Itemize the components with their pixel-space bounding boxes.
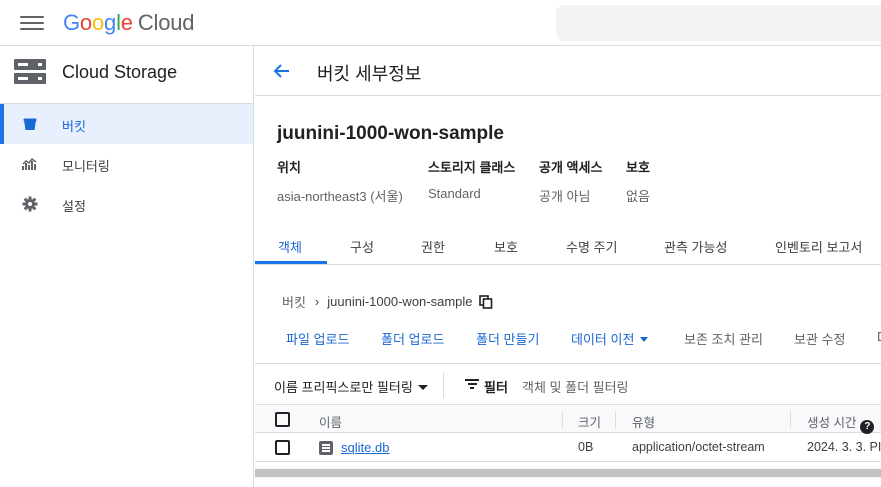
object-name-link[interactable]: sqlite.db — [341, 440, 389, 455]
prefix-filter-dropdown[interactable]: 이름 프리픽스로만 필터링 — [274, 377, 428, 396]
filter-input[interactable]: 객체 및 폴더 필터링 — [522, 377, 629, 396]
object-created: 2024. 3. 3. PI — [807, 440, 881, 454]
column-header-name[interactable]: 이름 — [319, 412, 342, 431]
column-divider — [562, 411, 563, 428]
table-header: 이름 크기 유형 생성 시간? — [255, 404, 881, 434]
monitoring-icon — [22, 157, 37, 170]
sidebar-item-label: 설정 — [62, 199, 86, 214]
sidebar-item-buckets[interactable]: 버킷 — [0, 104, 253, 144]
copy-icon[interactable] — [478, 294, 493, 309]
row-checkbox[interactable] — [275, 440, 290, 455]
meta-value: 없음 — [626, 189, 650, 204]
active-tab-indicator — [255, 261, 327, 264]
meta-value: Standard — [428, 186, 481, 201]
action-toolbar: 파일 업로드 폴더 업로드 폴더 만들기 데이터 이전 보존 조치 관리 보관 … — [255, 320, 881, 360]
tab-objects[interactable]: 객체 — [278, 237, 302, 256]
manage-holds-button[interactable]: 보존 조치 관리 — [684, 329, 763, 348]
meta-value: asia-northeast3 (서울) — [277, 189, 403, 204]
upload-file-button[interactable]: 파일 업로드 — [286, 329, 349, 348]
bucket-icon — [23, 118, 37, 130]
product-title: Cloud Storage — [62, 62, 178, 82]
breadcrumb-current: juunini-1000-won-sample — [327, 294, 473, 309]
select-all-checkbox[interactable] — [275, 412, 290, 427]
scrollbar-thumb[interactable] — [255, 469, 881, 477]
transfer-data-label: 데이터 이전 — [571, 332, 635, 347]
tab-protection[interactable]: 보호 — [494, 237, 518, 256]
column-header-created[interactable]: 생성 시간? — [807, 412, 875, 434]
divider — [443, 372, 444, 398]
caret-down-icon — [640, 337, 649, 342]
edit-retention-button[interactable]: 보관 수정 — [794, 329, 845, 348]
tab-permissions[interactable]: 권한 — [421, 237, 445, 256]
settings-gear-icon — [22, 196, 38, 212]
help-icon[interactable]: ? — [860, 420, 875, 434]
create-folder-button[interactable]: 폴더 만들기 — [476, 329, 539, 348]
table-row: sqlite.db 0B application/octet-stream 20… — [255, 433, 881, 462]
tab-configuration[interactable]: 구성 — [350, 237, 374, 256]
tab-lifecycle[interactable]: 수명 주기 — [566, 237, 617, 256]
meta-label: 보호 — [626, 160, 650, 175]
top-bar: Google Cloud — [0, 0, 881, 46]
product-header: Cloud Storage — [0, 46, 253, 104]
column-header-size[interactable]: 크기 — [578, 412, 601, 431]
sidebar-item-settings[interactable]: 설정 — [0, 184, 253, 224]
search-input[interactable] — [556, 5, 881, 41]
object-type: application/octet-stream — [632, 440, 765, 454]
transfer-data-dropdown[interactable]: 데이터 이전 — [571, 329, 649, 348]
chevron-right-icon: › — [314, 294, 320, 309]
upload-folder-button[interactable]: 폴더 업로드 — [381, 329, 444, 348]
filter-label: 필터 — [484, 380, 508, 395]
main-menu-icon[interactable] — [20, 13, 44, 33]
breadcrumb-root[interactable]: 버킷 — [282, 292, 306, 311]
tab-inventory-reports[interactable]: 인벤토리 보고서 — [775, 237, 862, 256]
breadcrumb: 버킷 › juunini-1000-won-sample — [282, 292, 493, 311]
tab-bar: 객체 구성 권한 보호 수명 주기 관측 가능성 인벤토리 보고서 — [255, 221, 881, 265]
sidebar-item-monitoring[interactable]: 모니터링 — [0, 144, 253, 184]
meta-protection: 보호 없음 — [626, 157, 650, 205]
prefix-filter-label: 이름 프리픽스로만 필터링 — [274, 380, 413, 395]
sidebar-item-label: 모니터링 — [62, 159, 110, 174]
objects-table: 이름 크기 유형 생성 시간? sqlite.db 0B application… — [255, 404, 881, 462]
sidebar: Cloud Storage 버킷 모니터링 설정 — [0, 46, 254, 487]
page-title: 버킷 세부정보 — [317, 64, 422, 84]
back-arrow-icon[interactable] — [271, 60, 293, 82]
google-cloud-logo[interactable]: Google Cloud — [63, 10, 194, 36]
file-icon — [319, 441, 333, 455]
column-header-created-label: 생성 시간 — [807, 416, 857, 430]
main-content: 버킷 세부정보 juunini-1000-won-sample 위치 asia-… — [255, 46, 881, 487]
filter-icon — [465, 379, 479, 391]
meta-label: 위치 — [277, 160, 301, 175]
object-size: 0B — [578, 440, 594, 454]
page-header: 버킷 세부정보 — [255, 46, 881, 96]
meta-location: 위치 asia-northeast3 (서울) — [277, 157, 403, 205]
meta-public-access: 공개 액세스 공개 아님 — [539, 157, 602, 205]
meta-label: 스토리지 클래스 — [428, 160, 516, 175]
column-header-type[interactable]: 유형 — [632, 412, 655, 431]
filter-bar: 이름 프리픽스로만 필터링 필터 객체 및 폴더 필터링 — [255, 363, 881, 403]
meta-storage-class: 스토리지 클래스 Standard — [428, 157, 515, 201]
meta-label: 공개 액세스 — [539, 160, 603, 175]
sidebar-item-label: 버킷 — [62, 119, 86, 134]
tab-observability[interactable]: 관측 가능성 — [664, 237, 727, 256]
bucket-name: juunini-1000-won-sample — [277, 123, 504, 144]
horizontal-scrollbar[interactable] — [255, 468, 881, 478]
column-divider — [615, 411, 616, 428]
cloud-storage-icon — [14, 59, 46, 84]
meta-value: 공개 아님 — [539, 189, 591, 204]
column-divider — [790, 411, 791, 428]
caret-down-icon — [417, 385, 428, 390]
more-actions-button[interactable]: D — [877, 329, 881, 344]
